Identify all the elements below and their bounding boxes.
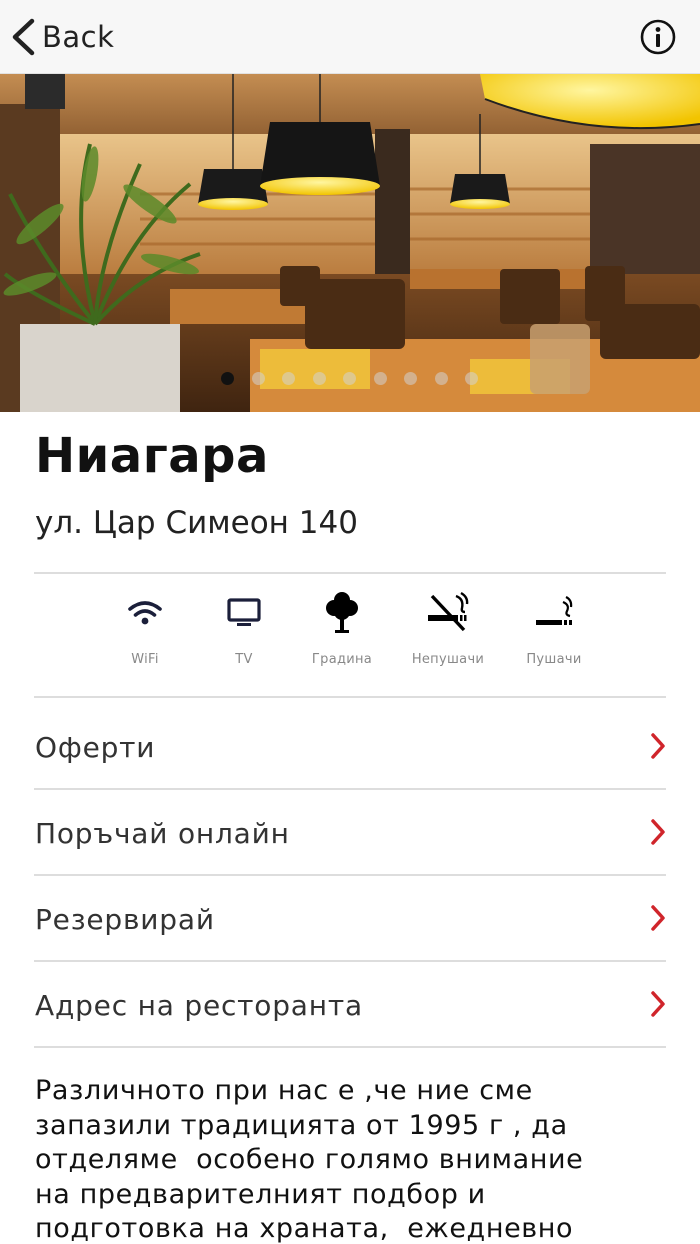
amenity-label: Пушачи (526, 652, 582, 667)
chevron-right-icon (651, 733, 665, 759)
wifi-icon (128, 601, 162, 625)
gallery-dot[interactable] (252, 372, 265, 385)
divider (34, 696, 666, 698)
gallery-dot[interactable] (282, 372, 295, 385)
gallery-dot[interactable] (374, 372, 387, 385)
gallery-dot[interactable] (343, 372, 356, 385)
back-label: Back (42, 20, 115, 54)
photo-gallery[interactable] (0, 74, 700, 412)
gallery-dot[interactable] (313, 372, 326, 385)
menu-item-restaurant-address[interactable]: Адрес на ресторанта (34, 961, 666, 1047)
menu-item-label: Поръчай онлайн (35, 817, 290, 850)
tv-icon (227, 598, 261, 626)
divider (34, 1046, 666, 1048)
menu-item-label: Резервирай (35, 903, 215, 936)
restaurant-address: ул. Цар Симеон 140 (35, 505, 358, 541)
amenity-wifi: WiFi (105, 590, 185, 667)
navbar: Back (0, 0, 700, 74)
gallery-dot[interactable] (465, 372, 478, 385)
menu-item-reserve[interactable]: Резервирай (34, 875, 666, 961)
smoking-icon (536, 596, 573, 625)
amenity-garden: Градина (302, 590, 382, 667)
no-smoking-icon (428, 591, 469, 632)
amenity-label: TV (235, 652, 253, 667)
divider (34, 572, 666, 574)
chevron-right-icon (651, 819, 665, 845)
gallery-dot[interactable] (221, 372, 234, 385)
chevron-right-icon (651, 991, 665, 1017)
menu-item-order-online[interactable]: Поръчай онлайн (34, 789, 666, 875)
menu-item-label: Адрес на ресторанта (35, 989, 363, 1022)
amenity-label: Непушачи (411, 652, 485, 667)
gallery-pagination (0, 372, 700, 388)
amenity-label: Градина (311, 652, 373, 667)
amenity-label: WiFi (131, 652, 159, 667)
restaurant-description: Различното при нас е ,че ние сме запазил… (35, 1075, 584, 1244)
tree-icon (326, 592, 358, 633)
amenity-non-smoking: Непушачи (408, 590, 488, 667)
info-circle-icon[interactable] (640, 19, 676, 55)
back-button[interactable]: Back (10, 14, 114, 60)
amenity-smoking: Пушачи (514, 590, 594, 667)
gallery-dot[interactable] (404, 372, 417, 385)
amenity-tv: TV (204, 590, 284, 667)
restaurant-photo (0, 74, 700, 412)
chevron-right-icon (651, 905, 665, 931)
gallery-dot[interactable] (435, 372, 448, 385)
menu-item-label: Оферти (35, 731, 156, 764)
menu-item-offers[interactable]: Оферти (34, 703, 666, 789)
restaurant-name: Ниагара (35, 428, 269, 484)
chevron-left-icon (12, 18, 35, 56)
amenities-row: WiFi TV Градина Непушачи Пушачи (0, 590, 700, 680)
